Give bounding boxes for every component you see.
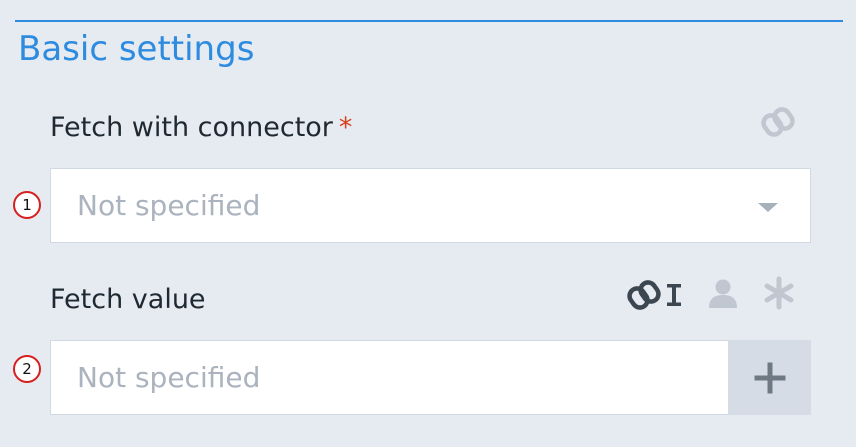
section-title: Basic settings: [18, 29, 255, 69]
fetch-with-connector-value: Not specified: [77, 189, 261, 222]
user-icon[interactable]: [706, 276, 740, 310]
plus-icon: [754, 362, 785, 393]
asterisk-icon[interactable]: [762, 276, 796, 310]
required-indicator: *: [338, 112, 353, 143]
step-marker-1: 1: [13, 191, 41, 219]
fetch-value-placeholder: Not specified: [77, 361, 261, 394]
fetch-value-label: Fetch value: [50, 284, 206, 315]
section-divider: [15, 20, 843, 22]
link-icon[interactable]: [626, 277, 662, 313]
add-value-button[interactable]: [728, 340, 811, 415]
chevron-down-icon[interactable]: [758, 203, 778, 212]
fetch-value-input[interactable]: Not specified: [50, 340, 728, 415]
fetch-with-connector-label-text: Fetch with connector: [50, 112, 333, 143]
fetch-with-connector-label: Fetch with connector *: [50, 111, 352, 145]
link-icon[interactable]: [760, 104, 796, 140]
text-cursor-icon[interactable]: [664, 280, 684, 310]
step-marker-2: 2: [13, 355, 41, 383]
fetch-with-connector-select[interactable]: Not specified: [50, 168, 811, 243]
basic-settings-panel: Basic settings Fetch with connector * 1 N…: [0, 0, 856, 447]
fetch-value-row: Not specified: [50, 340, 811, 415]
